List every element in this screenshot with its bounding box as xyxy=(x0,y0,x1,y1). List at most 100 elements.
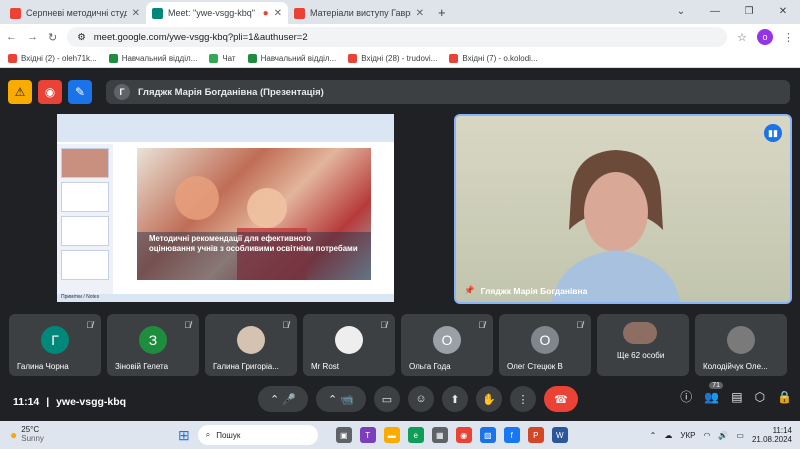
slide-thumbnails xyxy=(57,144,113,294)
site-info-icon[interactable]: ⚙ xyxy=(77,32,86,43)
participant-tile[interactable]: 🎙̸ Г Галина Чорна xyxy=(9,314,101,376)
avatar xyxy=(237,326,265,354)
avatar xyxy=(727,326,755,354)
language-indicator[interactable]: УКР xyxy=(680,431,695,440)
participant-tile[interactable]: 🎙̸ З Зіновій Гелета xyxy=(107,314,199,376)
slide-thumbnail xyxy=(61,216,109,246)
bookmark-item[interactable]: Чат xyxy=(209,54,236,63)
bookmark-star-icon[interactable]: ☆ xyxy=(737,31,747,44)
bookmark-item[interactable]: Навчальний відділ... xyxy=(247,54,337,63)
warning-icon[interactable]: ⚠ xyxy=(8,80,32,104)
forward-icon[interactable]: → xyxy=(27,31,38,43)
powerpoint-icon[interactable]: P xyxy=(527,427,544,443)
battery-icon[interactable]: ▭ xyxy=(736,431,744,440)
search-placeholder: Пошук xyxy=(216,430,241,440)
present-button[interactable]: ⬆ xyxy=(442,386,468,412)
tab-title: Meet: "ywe-vsgg-kbq" xyxy=(168,8,255,18)
people-button[interactable]: 👥 71 xyxy=(704,381,724,404)
teams-icon[interactable]: T xyxy=(359,427,376,443)
close-window-button[interactable]: ✕ xyxy=(766,0,800,24)
chevron-up-icon[interactable]: ⌃ xyxy=(650,431,657,440)
captions-button[interactable]: ▭ xyxy=(374,386,400,412)
leave-call-button[interactable]: ☎ xyxy=(544,386,578,412)
url-field[interactable]: ⚙ meet.google.com/ywe-vsgg-kbq?pli=1&aut… xyxy=(67,27,728,47)
speaker-video[interactable]: ▮▮ 📌 Гляджк Марія Богданівна xyxy=(454,114,792,304)
file-explorer-icon[interactable]: ▬ xyxy=(383,427,400,443)
mic-off-icon: 🎙̸ xyxy=(380,320,387,330)
emoji-button[interactable]: ☺ xyxy=(408,386,434,412)
avatar xyxy=(335,326,363,354)
close-icon[interactable]: ✕ xyxy=(416,8,424,19)
mic-button[interactable]: ⌃ 🎤 xyxy=(258,386,308,412)
search-icon: ⌕ xyxy=(205,430,211,439)
participant-name: Ольга Года xyxy=(409,362,451,371)
close-icon[interactable]: ✕ xyxy=(274,8,282,19)
participant-tile[interactable]: Колодійчук Оле... xyxy=(695,314,787,376)
bookmark-item[interactable]: Вхідні (7) - o.kolodi... xyxy=(449,54,538,63)
participant-name: Галина Григоріа... xyxy=(213,362,279,371)
whiteboard-icon[interactable]: ✎ xyxy=(68,80,92,104)
presentation-view: Методичні рекомендації для ефективного о… xyxy=(57,114,394,302)
host-controls-icon[interactable]: 🔒 xyxy=(777,390,792,404)
clock[interactable]: 11:14 21.08.2024 xyxy=(752,426,792,444)
avatar: Г xyxy=(41,326,69,354)
tab-2[interactable]: Матеріали виступу Гаврилюк ✕ xyxy=(288,2,430,24)
mic-off-icon: 🎙̸ xyxy=(184,320,191,330)
task-view-icon[interactable]: ▣ xyxy=(335,427,352,443)
sheets-icon xyxy=(108,54,118,63)
mic-off-icon: 🎙̸ xyxy=(282,320,289,330)
volume-icon[interactable]: 🔊 xyxy=(718,431,728,440)
info-icon[interactable]: ⓘ xyxy=(680,388,692,405)
bookmark-label: Навчальний відділ... xyxy=(260,54,337,63)
cloud-icon[interactable]: ☁ xyxy=(664,431,672,440)
more-participants-tile[interactable]: Ще 62 особи xyxy=(597,314,689,376)
menu-icon[interactable]: ⋮ xyxy=(783,31,794,44)
photos-icon[interactable]: ▧ xyxy=(479,427,496,443)
profile-avatar[interactable]: o xyxy=(757,29,773,45)
recording-icon[interactable]: ◉ xyxy=(38,80,62,104)
back-icon[interactable]: ← xyxy=(6,31,17,43)
chrome-icon[interactable]: ◉ xyxy=(455,427,472,443)
maximize-button[interactable]: ❐ xyxy=(732,0,766,24)
chat-icon[interactable]: ▤ xyxy=(731,390,742,404)
reload-icon[interactable]: ↻ xyxy=(48,31,57,44)
raise-hand-button[interactable]: ✋ xyxy=(476,386,502,412)
gmail-icon xyxy=(294,7,305,19)
side-controls: ⓘ 👥 71 ▤ ⬡ 🔒 xyxy=(680,381,792,405)
speaking-icon: ▮▮ xyxy=(764,124,782,142)
minimize-button[interactable]: — xyxy=(698,0,732,24)
participant-name: Галина Чорна xyxy=(17,362,69,371)
participant-name: Зіновій Гелета xyxy=(115,362,169,371)
more-options-button[interactable]: ⋮ xyxy=(510,386,536,412)
gmail-icon xyxy=(348,54,358,63)
address-bar: ← → ↻ ⚙ meet.google.com/ywe-vsgg-kbq?pli… xyxy=(0,24,800,50)
search-box[interactable]: ⌕ Пошук xyxy=(197,425,318,445)
word-icon[interactable]: W xyxy=(551,427,568,443)
wifi-icon[interactable]: ◠ xyxy=(703,431,710,440)
participant-tile[interactable]: 🎙̸ О Олег Стецюк В xyxy=(499,314,591,376)
new-tab-button[interactable]: + xyxy=(430,2,454,24)
tab-0[interactable]: Серпневі методичні студії - 20 ✕ xyxy=(4,2,146,24)
browser-tabbar: Серпневі методичні студії - 20 ✕ Meet: "… xyxy=(0,0,800,24)
clock-time: 11:14 xyxy=(772,425,792,435)
participant-tile[interactable]: 🎙̸ Mr Rost xyxy=(303,314,395,376)
edge-icon[interactable]: e xyxy=(407,427,424,443)
bookmark-item[interactable]: Вхідні (28) - trudovi... xyxy=(348,54,437,63)
camera-button[interactable]: ⌃ 📹 xyxy=(316,386,366,412)
presenter-label: Гляджк Марія Богданівна (Презентація) xyxy=(138,86,324,98)
chevron-down-icon[interactable]: ⌄ xyxy=(664,0,698,24)
participant-tile[interactable]: 🎙̸ О Ольга Года xyxy=(401,314,493,376)
store-icon[interactable]: ▦ xyxy=(431,427,448,443)
close-icon[interactable]: ✕ xyxy=(132,8,140,19)
bookmark-item[interactable]: Навчальний відділ... xyxy=(108,54,197,63)
bookmark-item[interactable]: Вхідні (2) - oleh71k... xyxy=(8,54,97,63)
pin-icon[interactable]: 📌 xyxy=(464,285,475,296)
participant-tile[interactable]: 🎙̸ Галина Григоріа... xyxy=(205,314,297,376)
record-icon: ● xyxy=(262,7,269,19)
tab-1[interactable]: Meet: "ywe-vsgg-kbq" ● ✕ xyxy=(146,2,288,24)
start-icon[interactable]: ⊞ xyxy=(170,427,198,444)
avatar: О xyxy=(433,326,461,354)
facebook-icon[interactable]: f xyxy=(503,427,520,443)
activities-icon[interactable]: ⬡ xyxy=(755,390,765,404)
weather-widget[interactable]: ● 25°C Sunny xyxy=(0,425,170,444)
